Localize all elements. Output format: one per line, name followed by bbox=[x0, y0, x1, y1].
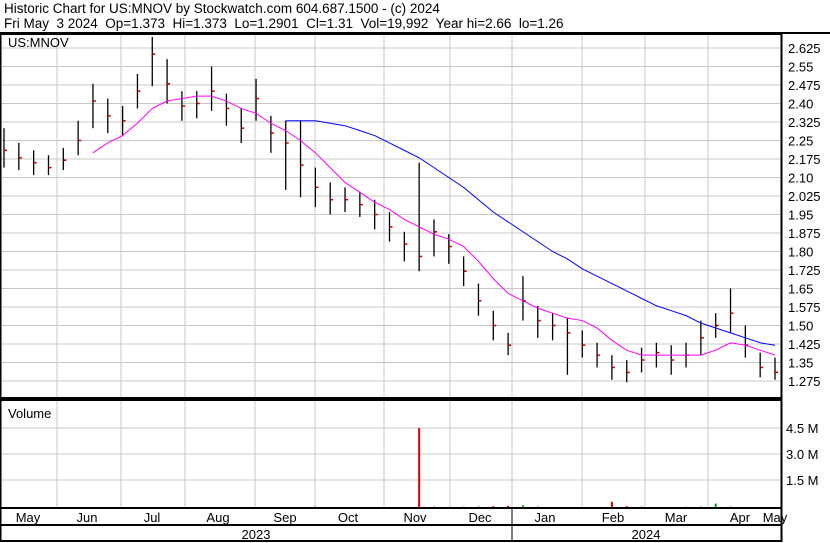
price-tick-label: 2.325 bbox=[788, 115, 821, 130]
price-tick-label: 2.55 bbox=[788, 60, 813, 75]
month-label: Jun bbox=[77, 510, 98, 525]
price-tick-label: 1.35 bbox=[788, 356, 813, 371]
month-label: Sep bbox=[273, 510, 296, 525]
price-tick-label: 1.95 bbox=[788, 208, 813, 223]
price-tick-label: 1.80 bbox=[788, 245, 813, 260]
symbol-label: US:MNOV bbox=[8, 35, 69, 50]
price-panel-border bbox=[0, 33, 783, 399]
price-tick-label: 1.425 bbox=[788, 337, 821, 352]
month-label: Aug bbox=[206, 510, 229, 525]
volume-tick-label: 4.5 M bbox=[786, 421, 819, 436]
price-tick-label: 2.10 bbox=[788, 171, 813, 186]
volume-tick-label: 1.5 M bbox=[786, 473, 819, 488]
price-tick-label: 1.875 bbox=[788, 226, 821, 241]
volume-tick-label: 3.0 M bbox=[786, 447, 819, 462]
price-tick-label: 2.475 bbox=[788, 78, 821, 93]
month-label: Mar bbox=[665, 510, 688, 525]
month-label: May bbox=[763, 510, 788, 525]
price-tick-label: 2.025 bbox=[788, 189, 821, 204]
month-label: Jul bbox=[144, 510, 161, 525]
stock-chart: Historic Chart for US:MNOV by Stockwatch… bbox=[0, 0, 830, 543]
price-tick-label: 2.40 bbox=[788, 97, 813, 112]
year-label: 2024 bbox=[632, 527, 661, 542]
month-label: Feb bbox=[602, 510, 624, 525]
price-tick-label: 2.175 bbox=[788, 152, 821, 167]
month-label: Jan bbox=[535, 510, 556, 525]
price-tick-label: 1.275 bbox=[788, 374, 821, 389]
price-tick-label: 1.575 bbox=[788, 300, 821, 315]
price-tick-label: 2.625 bbox=[788, 41, 821, 56]
price-tick-label: 2.25 bbox=[788, 134, 813, 149]
price-tick-label: 1.50 bbox=[788, 319, 813, 334]
month-label: May bbox=[16, 510, 41, 525]
month-label: Oct bbox=[338, 510, 359, 525]
month-label: Dec bbox=[468, 510, 492, 525]
volume-label: Volume bbox=[8, 406, 51, 421]
price-tick-label: 1.725 bbox=[788, 263, 821, 278]
chart-canvas: 2.625 2.55 2.475 2.40 2.325 2.25 2.175 2.10 2.02… bbox=[0, 32, 830, 542]
month-label: Nov bbox=[403, 510, 427, 525]
month-label: Apr bbox=[730, 510, 751, 525]
year-label: 2023 bbox=[242, 527, 271, 542]
price-tick-label: 1.65 bbox=[788, 282, 813, 297]
